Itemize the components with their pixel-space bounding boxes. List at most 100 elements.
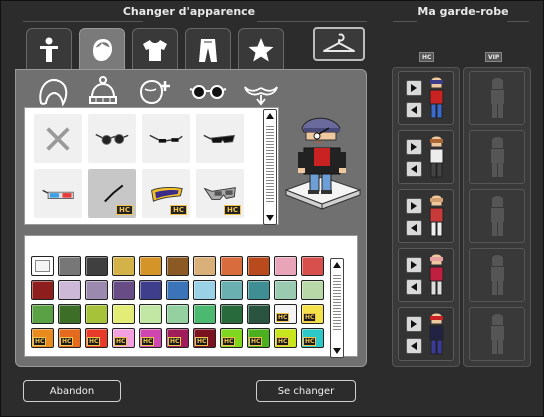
color-swatch[interactable] <box>166 304 189 324</box>
load-outfit-button[interactable] <box>406 80 422 96</box>
wardrobe-slot[interactable] <box>398 71 454 125</box>
tab-head[interactable] <box>79 28 125 71</box>
subtab-hat[interactable] <box>81 74 125 110</box>
arrow-left-icon <box>411 165 417 173</box>
color-swatch[interactable] <box>193 280 216 300</box>
color-swatch[interactable]: HC <box>274 304 297 324</box>
color-swatch[interactable]: HC <box>85 328 108 348</box>
color-swatch[interactable] <box>58 280 81 300</box>
scroll-up-icon[interactable] <box>332 260 342 270</box>
item-remove[interactable] <box>34 114 82 163</box>
wardrobe-hanger-button[interactable] <box>313 27 365 61</box>
color-swatch[interactable] <box>193 304 216 324</box>
color-swatch[interactable]: HC <box>58 328 81 348</box>
color-swatch[interactable] <box>85 280 108 300</box>
color-swatch[interactable] <box>274 280 297 300</box>
color-swatch[interactable] <box>166 256 189 276</box>
vip-wardrobe-panel <box>463 67 531 367</box>
hc-badge: HC <box>87 337 101 346</box>
gray-visor-icon <box>203 186 236 200</box>
subtab-glasses[interactable] <box>186 74 230 110</box>
color-swatch[interactable] <box>31 280 54 300</box>
color-swatch[interactable]: HC <box>139 328 162 348</box>
subtab-moustache[interactable] <box>239 74 283 110</box>
color-swatch[interactable] <box>85 256 108 276</box>
subtab-hair[interactable] <box>31 74 75 110</box>
color-swatch[interactable] <box>112 280 135 300</box>
color-swatch[interactable] <box>58 256 81 276</box>
item-scrollbar[interactable] <box>263 109 277 225</box>
color-swatch[interactable] <box>247 280 270 300</box>
load-outfit-button[interactable] <box>406 316 422 332</box>
locked-figure-icon <box>491 314 504 354</box>
cancel-button[interactable]: Abandon <box>23 380 121 402</box>
outfit-thumbnail <box>429 253 444 296</box>
scroll-down-icon[interactable] <box>265 213 275 223</box>
color-swatch[interactable] <box>112 304 135 324</box>
color-swatch[interactable] <box>31 256 54 276</box>
color-swatch[interactable]: HC <box>301 328 324 348</box>
color-swatch[interactable] <box>247 256 270 276</box>
save-outfit-button[interactable] <box>406 338 422 354</box>
color-swatch[interactable] <box>193 256 216 276</box>
change-appearance-window: Changer d'apparence Ma garde-robe HC HC … <box>0 0 544 417</box>
scroll-thumb[interactable] <box>266 124 274 204</box>
wardrobe-slot[interactable] <box>398 189 454 243</box>
item-gray-visor[interactable]: HC <box>196 169 244 218</box>
color-swatch[interactable] <box>220 304 243 324</box>
color-swatch[interactable]: HC <box>112 328 135 348</box>
confirm-change-button[interactable]: Se changer <box>256 380 356 402</box>
item-3d-glasses[interactable] <box>34 169 82 218</box>
item-dark-shades[interactable] <box>196 114 244 163</box>
color-swatch[interactable]: HC <box>247 328 270 348</box>
wardrobe-slot[interactable] <box>398 307 454 361</box>
vip-wardrobe-slot <box>469 248 525 302</box>
color-swatch[interactable]: HC <box>166 328 189 348</box>
color-swatch[interactable] <box>31 304 54 324</box>
save-outfit-button[interactable] <box>406 102 422 118</box>
save-outfit-button[interactable] <box>406 279 422 295</box>
load-outfit-button[interactable] <box>406 139 422 155</box>
color-swatch[interactable]: HC <box>193 328 216 348</box>
item-thin-glasses[interactable] <box>142 114 190 163</box>
item-monocle[interactable]: HC <box>88 169 136 218</box>
color-swatch[interactable] <box>85 304 108 324</box>
item-round-sunglasses[interactable] <box>88 114 136 163</box>
color-swatch[interactable] <box>220 280 243 300</box>
color-swatch[interactable] <box>112 256 135 276</box>
color-swatch[interactable] <box>166 280 189 300</box>
load-outfit-button[interactable] <box>406 198 422 214</box>
vip-wardrobe-slot <box>469 189 525 243</box>
save-outfit-button[interactable] <box>406 220 422 236</box>
subtab-head-accessory[interactable] <box>133 74 177 110</box>
color-swatch[interactable] <box>301 256 324 276</box>
arrow-left-icon <box>411 106 417 114</box>
color-swatch[interactable] <box>139 280 162 300</box>
load-outfit-button[interactable] <box>406 257 422 273</box>
color-swatch[interactable]: HC <box>274 328 297 348</box>
color-swatch[interactable] <box>139 256 162 276</box>
tab-extras[interactable] <box>238 28 284 70</box>
color-swatch[interactable] <box>247 304 270 324</box>
scroll-up-icon[interactable] <box>265 111 275 121</box>
scroll-down-icon[interactable] <box>332 346 342 356</box>
save-outfit-button[interactable] <box>406 161 422 177</box>
color-swatch[interactable] <box>274 256 297 276</box>
tab-pants[interactable] <box>185 28 231 70</box>
wardrobe-slot[interactable] <box>398 130 454 184</box>
thin-glasses-icon <box>149 134 183 143</box>
color-swatch[interactable]: HC <box>220 328 243 348</box>
color-swatch[interactable]: HC <box>301 304 324 324</box>
color-swatch[interactable] <box>139 304 162 324</box>
color-swatch[interactable]: HC <box>31 328 54 348</box>
tab-body[interactable] <box>26 28 72 70</box>
color-scrollbar[interactable] <box>330 258 344 358</box>
hanger-icon <box>323 33 355 52</box>
scroll-thumb[interactable] <box>333 273 341 331</box>
color-swatch[interactable] <box>58 304 81 324</box>
tab-shirt[interactable] <box>132 28 178 70</box>
item-visor-glasses[interactable]: HC <box>142 169 190 218</box>
wardrobe-slot[interactable] <box>398 248 454 302</box>
color-swatch[interactable] <box>220 256 243 276</box>
color-swatch[interactable] <box>301 280 324 300</box>
